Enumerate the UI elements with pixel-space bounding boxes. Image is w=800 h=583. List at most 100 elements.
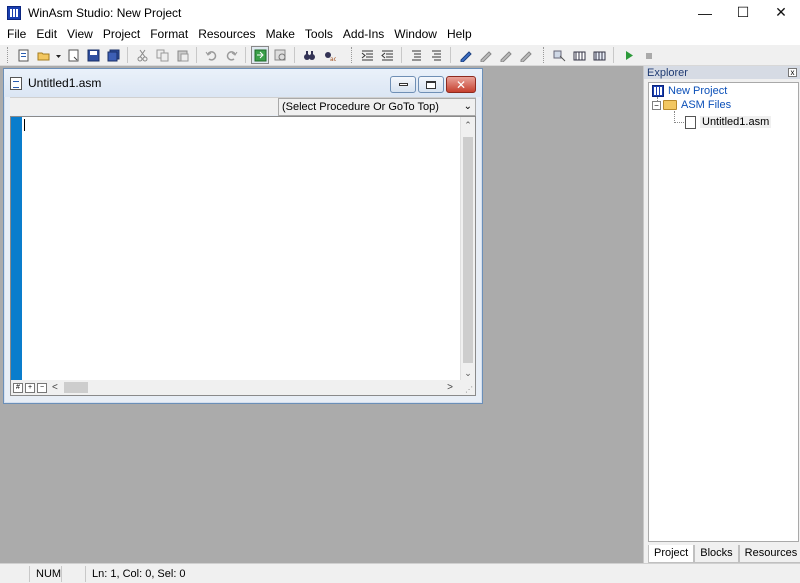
num-lock-indicator: NUM: [30, 565, 62, 582]
title-bar: WinAsm Studio: New Project — ☐ ✕: [0, 0, 800, 25]
uncomment-icon: [431, 50, 441, 60]
expand-all-icon[interactable]: +: [25, 382, 35, 393]
document-toolbar: (Select Procedure Or GoTo Top) ⌄: [10, 97, 476, 116]
collapse-icon[interactable]: −: [652, 100, 661, 110]
scroll-left-icon[interactable]: <: [52, 382, 58, 393]
goto-button[interactable]: [251, 46, 269, 64]
cursor-position: Ln: 1, Col: 0, Sel: 0: [92, 567, 186, 580]
tree-item-asm-files[interactable]: − ASM Files: [652, 98, 731, 112]
maximize-button[interactable]: ☐: [724, 0, 762, 25]
document-window: Untitled1.asm ✕ (Select Procedure Or GoT…: [3, 68, 483, 404]
clear-bookmarks-button[interactable]: [516, 46, 534, 64]
uncomment-button[interactable]: [427, 46, 445, 64]
project-tree[interactable]: New Project − ASM Files Untitled1.asm: [648, 82, 799, 542]
folder-icon: [663, 100, 677, 110]
tab-blocks[interactable]: Blocks: [694, 545, 739, 563]
menu-help[interactable]: Help: [442, 25, 477, 44]
comment-button[interactable]: [407, 46, 425, 64]
menu-make[interactable]: Make: [261, 25, 300, 44]
toolbar-separator: [127, 47, 128, 63]
prev-bookmark-button[interactable]: [496, 46, 514, 64]
tree-item-label: New Project: [668, 85, 728, 97]
copy-button[interactable]: [153, 46, 171, 64]
menu-tools[interactable]: Tools: [300, 25, 338, 44]
menu-resources[interactable]: Resources: [193, 25, 260, 44]
explorer-close-icon[interactable]: x: [788, 68, 797, 77]
vertical-scrollbar[interactable]: ⌃ ⌄: [460, 117, 475, 381]
tab-project[interactable]: Project: [648, 545, 695, 563]
procedure-select[interactable]: (Select Procedure Or GoTo Top) ⌄: [278, 98, 476, 116]
scroll-right-icon[interactable]: >: [447, 382, 453, 393]
tree-item-label: Untitled1.asm: [700, 116, 772, 128]
build-button[interactable]: [590, 46, 608, 64]
asm-file-icon: [10, 76, 22, 90]
run-button[interactable]: [619, 46, 637, 64]
toolbar-grip[interactable]: [7, 47, 10, 63]
document-title-bar[interactable]: Untitled1.asm ✕: [4, 69, 482, 97]
doc-minimize-button[interactable]: [390, 76, 416, 93]
replace-button[interactable]: ac: [320, 46, 338, 64]
stop-button[interactable]: [639, 46, 657, 64]
toolbar-grip[interactable]: [351, 47, 354, 63]
find-window-button[interactable]: [271, 46, 289, 64]
undo-button[interactable]: [202, 46, 220, 64]
outdent-icon: [380, 50, 393, 60]
collapse-all-icon[interactable]: −: [37, 382, 47, 393]
status-cell-empty: [0, 565, 30, 582]
tab-resources[interactable]: Resources: [738, 545, 800, 563]
menu-format[interactable]: Format: [145, 25, 193, 44]
menu-bar: File Edit View Project Format Resources …: [0, 25, 800, 44]
close-button[interactable]: ✕: [762, 0, 800, 25]
status-bar: NUM Ln: 1, Col: 0, Sel: 0: [0, 563, 800, 583]
tree-item-project[interactable]: New Project: [652, 84, 727, 98]
scroll-down-icon[interactable]: ⌄: [461, 365, 475, 381]
undo-icon: [205, 50, 216, 61]
new-file-button[interactable]: [14, 46, 32, 64]
menu-edit[interactable]: Edit: [31, 25, 62, 44]
outdent-button[interactable]: [378, 46, 396, 64]
app-icon[interactable]: [7, 5, 21, 20]
vertical-scroll-thumb[interactable]: [463, 137, 473, 363]
bookmark-button[interactable]: [456, 46, 474, 64]
tree-item-label: ASM Files: [681, 99, 732, 111]
menu-add-ins[interactable]: Add-Ins: [338, 25, 389, 44]
doc-close-button[interactable]: ✕: [446, 76, 476, 93]
code-editor[interactable]: ⌃ ⌄ # + − < > ⋰: [10, 116, 476, 396]
open-button[interactable]: [34, 46, 52, 64]
tree-item-file[interactable]: Untitled1.asm: [685, 115, 772, 129]
menu-project[interactable]: Project: [98, 25, 145, 44]
resize-grip-icon[interactable]: ⋰: [465, 385, 473, 394]
horizontal-scroll-thumb[interactable]: [63, 382, 88, 393]
find-button[interactable]: [300, 46, 318, 64]
menu-view[interactable]: View: [62, 25, 98, 44]
assemble-button[interactable]: [570, 46, 588, 64]
paste-button[interactable]: [173, 46, 191, 64]
indent-button[interactable]: [358, 46, 376, 64]
next-bookmark-button[interactable]: [476, 46, 494, 64]
toolbar-grip[interactable]: [543, 47, 546, 63]
doc-restore-button[interactable]: [418, 76, 444, 93]
menu-window[interactable]: Window: [389, 25, 442, 44]
redo-button[interactable]: [222, 46, 240, 64]
save-all-button[interactable]: [104, 46, 122, 64]
scroll-up-icon[interactable]: ⌃: [461, 117, 475, 133]
window-controls: — ☐ ✕: [686, 0, 800, 25]
text-caret: [24, 119, 25, 131]
explorer-header[interactable]: Explorer x: [644, 66, 800, 79]
link-button[interactable]: [550, 46, 568, 64]
line-gutter[interactable]: [11, 117, 22, 381]
minimize-button[interactable]: —: [686, 0, 724, 25]
build-icon: [593, 51, 605, 60]
horizontal-scrollbar-row: # + − < > ⋰: [11, 380, 475, 395]
clear-bookmark-icon: [520, 50, 532, 62]
new-document-icon: [68, 49, 78, 61]
line-number-toggle-icon[interactable]: #: [13, 382, 23, 393]
cut-button[interactable]: [133, 46, 151, 64]
run-icon: [625, 50, 633, 60]
save-button[interactable]: [84, 46, 102, 64]
toolbar-separator: [401, 47, 402, 63]
menu-file[interactable]: File: [2, 25, 31, 44]
new-file-icon: [18, 49, 28, 61]
open-dropdown-button[interactable]: [54, 46, 62, 64]
new-document-button[interactable]: [64, 46, 82, 64]
